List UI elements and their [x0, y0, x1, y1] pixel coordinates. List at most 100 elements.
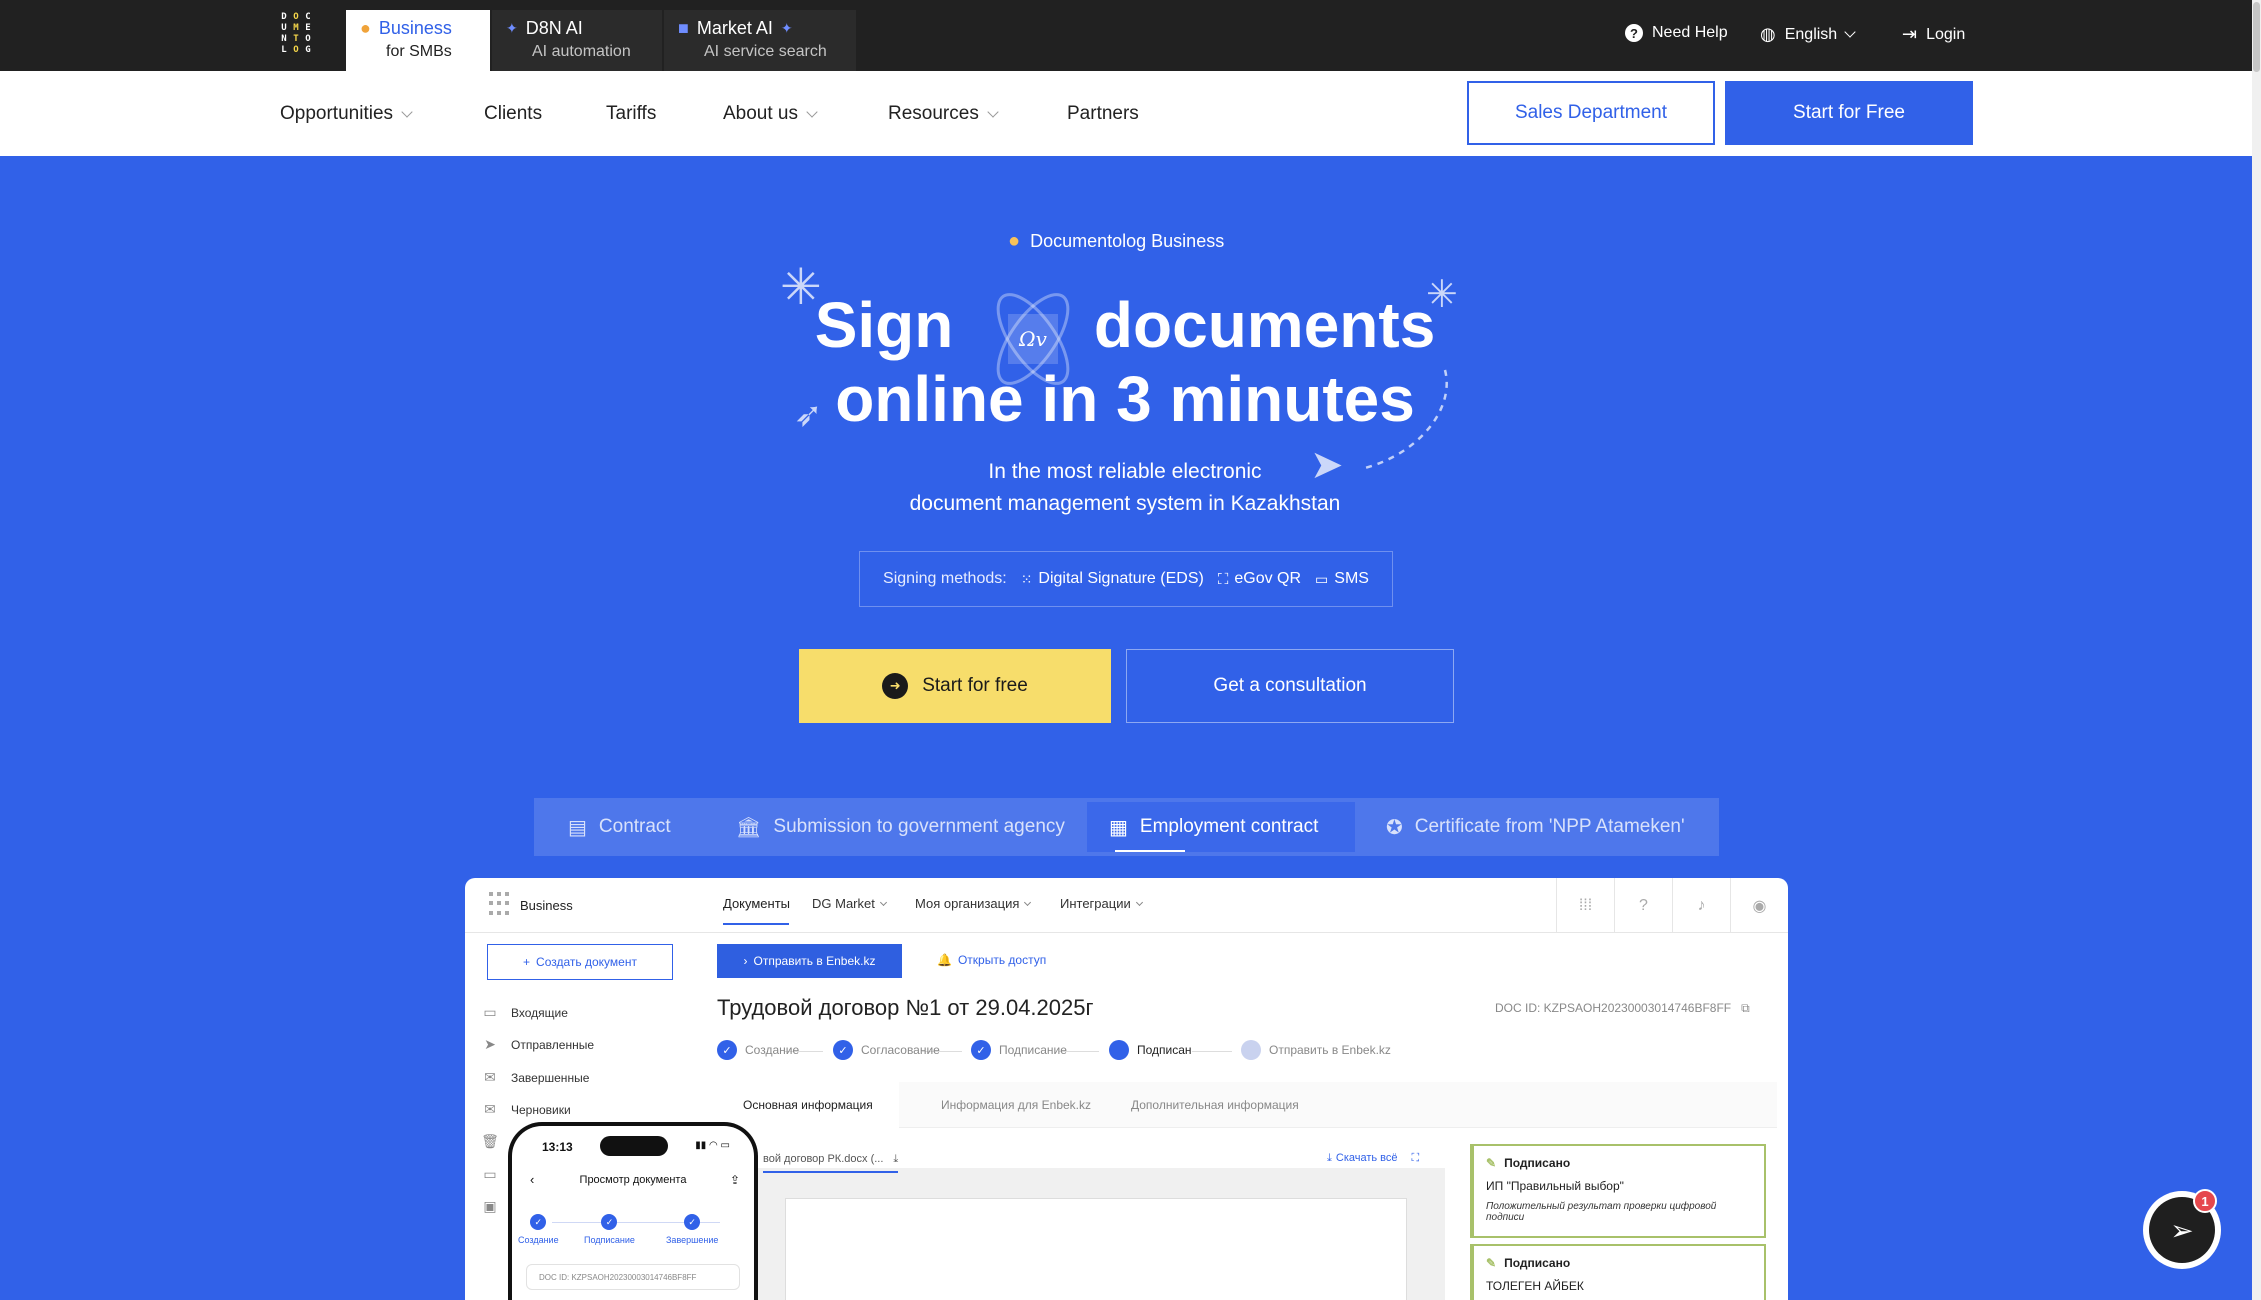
check-icon: ✓ — [717, 1040, 737, 1060]
inbox-icon: ▭ — [483, 1004, 497, 1020]
arrow-right-icon: ➜ — [882, 673, 909, 699]
chat-widget-button[interactable]: ➢ 1 — [2143, 1189, 2221, 1269]
method-sms: ▭ SMS — [1315, 570, 1369, 587]
tab-government-submission[interactable]: 🏛 Submission to government agency — [714, 802, 1087, 852]
people-icon: ● — [1008, 230, 1021, 252]
step-signing: ✓ Подписание — [971, 1040, 1067, 1060]
nav-item-about-us[interactable]: About us — [723, 103, 818, 125]
app-menu-dg-market[interactable]: DG Market — [812, 896, 887, 911]
sidebar-item-inbox[interactable]: ▭ Входящие — [481, 1004, 568, 1021]
check-icon: ✓ — [601, 1214, 618, 1230]
nav-item-clients[interactable]: Clients — [484, 103, 542, 125]
signal-battery-icon: ▮▮ ◠ ▭ — [695, 1140, 730, 1151]
phone-step-signing: ✓ Подписание — [584, 1214, 635, 1245]
hero-title: Sign documents online in 3 minutes — [814, 289, 1436, 435]
chip-icon: ⁙ — [1020, 570, 1033, 587]
phone-screen-title: Просмотр документа — [579, 1174, 687, 1186]
app-header: Business Документы DG Market Моя организ… — [465, 878, 1788, 933]
nav-item-opportunities[interactable]: Opportunities — [280, 103, 413, 125]
signature-card: ✎ Подписано ИП "Правильный выбор" Положит… — [1470, 1144, 1766, 1238]
create-document-button[interactable]: + Создать документ — [487, 944, 673, 980]
top-bar: DOC UME NTO LOG ● Business for SMBs ✦ D8N … — [0, 0, 2261, 71]
document-progress-steps: ✓ Создание ✓ Согласование ✓ Подписание Подп… — [717, 1040, 1747, 1064]
sidebar-item-drafts[interactable]: ✉ Черновики — [481, 1101, 571, 1118]
start-free-cta-button[interactable]: ➜ Start for free — [799, 649, 1111, 723]
apps-grid-icon[interactable]: ⁞⁞⁞ — [1556, 878, 1614, 933]
sidebar-trash-icon[interactable]: 🗑 — [481, 1133, 499, 1150]
document-page — [785, 1198, 1407, 1300]
need-help-link[interactable]: ? Need Help — [1625, 24, 1728, 42]
sales-department-button[interactable]: Sales Department — [1467, 81, 1715, 145]
start-for-free-button[interactable]: Start for Free — [1725, 81, 1973, 145]
app-menu-integrations[interactable]: Интеграции — [1060, 896, 1143, 911]
phone-time: 13:13 — [542, 1140, 573, 1154]
bell-icon[interactable]: ♪ — [1672, 878, 1730, 933]
nav-item-resources[interactable]: Resources — [888, 103, 999, 125]
question-icon: ? — [1625, 24, 1643, 42]
document-title: Трудовой договор №1 от 29.04.2025г — [717, 995, 1094, 1020]
tab-employment-contract[interactable]: ▦ Employment contract — [1087, 802, 1355, 852]
draft-icon: ✉ — [484, 1101, 496, 1117]
share-icon[interactable]: ⇪ — [730, 1173, 740, 1187]
page-scrollbar[interactable] — [2252, 0, 2261, 1300]
chevron-down-icon — [987, 105, 999, 118]
download-all-link[interactable]: ⤓ Скачать всё ⛶ — [1327, 1152, 1419, 1165]
award-icon: ✪ — [1386, 816, 1403, 839]
signing-methods: Signing methods: ⁙ Digital Signature (EDS… — [859, 551, 1393, 607]
app-menu-documents[interactable]: Документы — [723, 896, 790, 925]
tab-additional-info[interactable]: Дополнительная информация — [1105, 1082, 1325, 1128]
document-sub-tabs: Основная информация Информация для Enbek… — [717, 1082, 1777, 1128]
language-selector[interactable]: ◍ English — [1760, 24, 1856, 45]
download-icon: ⤓ — [893, 1153, 899, 1165]
bank-icon: 🏛 — [736, 816, 762, 839]
login-link[interactable]: ⇥ Login — [1902, 24, 1965, 45]
help-icon[interactable]: ? — [1614, 878, 1672, 933]
main-nav: Opportunities Clients Tariffs About us R… — [0, 71, 2252, 156]
tab-certificate-atameken[interactable]: ✪ Certificate from 'NPP Atameken' — [1364, 802, 1707, 852]
mail-check-icon: ✉ — [484, 1069, 496, 1085]
open-access-button[interactable]: 🔔 Открыть доступ — [937, 953, 1046, 967]
nav-item-tariffs[interactable]: Tariffs — [606, 103, 656, 125]
nav-item-partners[interactable]: Partners — [1067, 103, 1139, 125]
office-building-icon: ▦ — [1109, 816, 1128, 839]
chevron-down-icon — [806, 105, 818, 118]
scrollbar-thumb[interactable] — [2253, 2, 2260, 72]
sidebar-item-completed[interactable]: ✉ Завершенные — [481, 1069, 589, 1086]
signature-card: ✎ Подписано ТОЛЕГЕН АЙБЕК — [1470, 1244, 1766, 1300]
method-egov-qr: ⛶ eGov QR — [1217, 570, 1302, 588]
sidebar-folder-icon[interactable]: ▭ — [481, 1166, 499, 1183]
check-icon: ✓ — [971, 1040, 991, 1060]
sidebar-item-sent[interactable]: ➤ Отправленные — [481, 1036, 594, 1053]
check-icon: ✓ — [684, 1214, 701, 1230]
get-consultation-button[interactable]: Get a consultation — [1126, 649, 1454, 723]
pen-icon: ✎ — [1486, 1156, 1497, 1170]
hero-badge: ● Documentolog Business — [1008, 230, 1225, 252]
app-menu-organization[interactable]: Моя организация — [915, 896, 1032, 911]
document-icon: ▤ — [568, 816, 587, 839]
step-send-enbek: Отправить в Enbek.kz — [1241, 1040, 1391, 1060]
globe-icon: ◍ — [1760, 24, 1776, 44]
tab-contract[interactable]: ▤ Contract — [546, 802, 693, 852]
check-icon: ✓ — [833, 1040, 853, 1060]
notification-badge: 1 — [2193, 1189, 2217, 1213]
chevron-down-icon — [879, 898, 887, 906]
method-eds: ⁙ Digital Signature (EDS) — [1020, 570, 1204, 587]
step-signed: Подписан — [1109, 1040, 1192, 1060]
file-tab[interactable]: вой договор РК.docx (... ⤓ — [763, 1153, 899, 1173]
chevron-down-icon — [1024, 898, 1032, 906]
sidebar-briefcase-icon[interactable]: ▣ — [481, 1198, 499, 1215]
phone-step-creation: ✓ Создание — [518, 1214, 559, 1245]
chevron-right-icon: › — [743, 954, 748, 968]
copy-icon[interactable]: ⧉ — [1741, 1001, 1750, 1016]
tab-enbek-info[interactable]: Информация для Enbek.kz — [915, 1082, 1117, 1128]
tab-main-info[interactable]: Основная информация — [717, 1082, 899, 1128]
chevron-down-icon — [1844, 26, 1856, 38]
phone-document-id: DOC ID: KZPSAOH20230003014746BF8FF — [526, 1264, 740, 1290]
user-icon[interactable]: ◉ — [1730, 878, 1788, 933]
document-type-tabs: ▤ Contract 🏛 Submission to government agen… — [534, 798, 1719, 856]
send-to-enbek-button[interactable]: › Отправить в Enbek.kz — [717, 944, 902, 978]
download-icon: ⤓ — [1327, 1152, 1332, 1164]
pen-icon: ✎ — [1486, 1256, 1497, 1270]
login-icon: ⇥ — [1902, 24, 1918, 44]
app-brand: Business — [520, 898, 573, 913]
